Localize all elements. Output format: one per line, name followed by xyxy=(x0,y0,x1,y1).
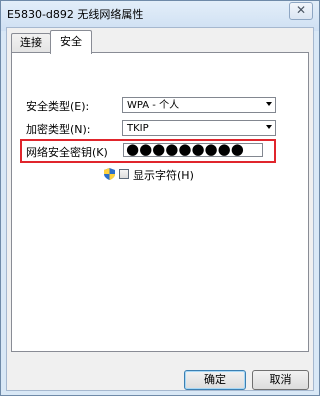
title-bar: E5830-d892 无线网络属性 ✕ xyxy=(1,1,319,25)
network-key-label: 网络安全密钥(K) xyxy=(26,146,108,159)
security-type-dropdown[interactable]: WPA - 个人 xyxy=(122,97,276,113)
security-type-label: 安全类型(E): xyxy=(26,100,90,113)
security-panel: 安全类型(E): WPA - 个人 加密类型(N): TKIP 网络安全密钥(K… xyxy=(11,52,309,352)
chevron-down-icon xyxy=(266,125,272,129)
encryption-type-label: 加密类型(N): xyxy=(26,123,91,136)
network-key-input[interactable]: ●●●●●●●●● xyxy=(123,140,263,158)
tab-security[interactable]: 安全 xyxy=(50,30,92,54)
window-title: E5830-d892 无线网络属性 xyxy=(7,8,144,21)
encryption-type-value: TKIP xyxy=(127,123,149,134)
dialog-client-area: 连接 安全 安全类型(E): WPA - 个人 加密类型(N): TKIP 网络… xyxy=(6,27,314,391)
properties-dialog: E5830-d892 无线网络属性 ✕ 连接 安全 安全类型(E): WPA -… xyxy=(0,0,320,396)
show-characters-label: 显示字符(H) xyxy=(133,169,194,182)
security-type-value: WPA - 个人 xyxy=(127,100,180,111)
show-characters-checkbox[interactable] xyxy=(119,169,129,179)
shield-icon xyxy=(104,168,115,180)
key-highlight-box: 网络安全密钥(K) ●●●●●●●●● xyxy=(20,139,276,163)
cancel-button[interactable]: 取消 xyxy=(252,370,309,390)
tab-connection[interactable]: 连接 xyxy=(11,33,51,53)
close-button[interactable]: ✕ xyxy=(289,2,313,20)
chevron-down-icon xyxy=(266,102,272,106)
network-key-masked-value: ●●●●●●●●● xyxy=(126,140,244,158)
ok-button[interactable]: 确定 xyxy=(184,370,246,390)
encryption-type-dropdown[interactable]: TKIP xyxy=(122,120,276,136)
